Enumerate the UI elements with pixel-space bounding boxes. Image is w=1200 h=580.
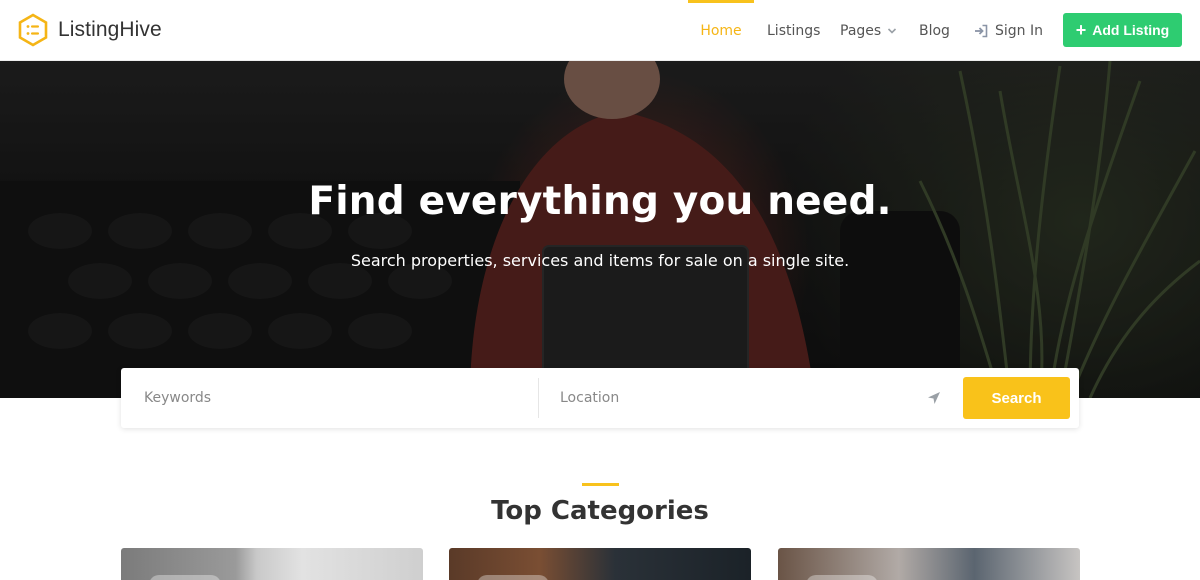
sign-in-icon (975, 24, 988, 37)
category-tag (806, 575, 878, 580)
location-arrow-icon[interactable] (926, 390, 942, 406)
search-button[interactable]: Search (963, 377, 1070, 419)
nav-listings[interactable]: Listings (767, 0, 820, 61)
logo-text: ListingHive (58, 18, 162, 41)
search-bar: Search (121, 368, 1079, 428)
chevron-down-icon (888, 27, 897, 34)
nav-sign-in-label: Sign In (995, 22, 1043, 39)
hexagon-list-icon (18, 13, 48, 47)
hero-title: Find everything you need. (308, 179, 892, 224)
section-accent-line (582, 483, 619, 486)
keywords-input[interactable] (121, 368, 537, 428)
logo[interactable]: ListingHive (18, 13, 162, 47)
hero-subtitle: Search properties, services and items fo… (350, 251, 850, 270)
hero-overlay (0, 61, 1200, 398)
add-listing-button[interactable]: + Add Listing (1063, 13, 1182, 47)
plus-icon: + (1075, 20, 1087, 40)
section-title: Top Categories (491, 496, 709, 526)
hero-banner: Find everything you need. Search propert… (0, 61, 1200, 398)
category-card[interactable] (121, 548, 423, 580)
category-card[interactable] (778, 548, 1080, 580)
nav-sign-in[interactable]: Sign In (974, 0, 1043, 61)
category-tag (149, 575, 221, 580)
nav-blog[interactable]: Blog (919, 0, 950, 61)
category-card[interactable] (449, 548, 751, 580)
nav-home[interactable]: Home (688, 0, 754, 61)
nav-pages-label: Pages (840, 22, 882, 39)
category-tag (477, 575, 549, 580)
navbar: ListingHive Home Listings Pages Blog Sig… (0, 0, 1200, 61)
nav-pages[interactable]: Pages (840, 0, 897, 61)
location-input[interactable] (539, 368, 919, 428)
add-listing-label: Add Listing (1092, 22, 1170, 38)
